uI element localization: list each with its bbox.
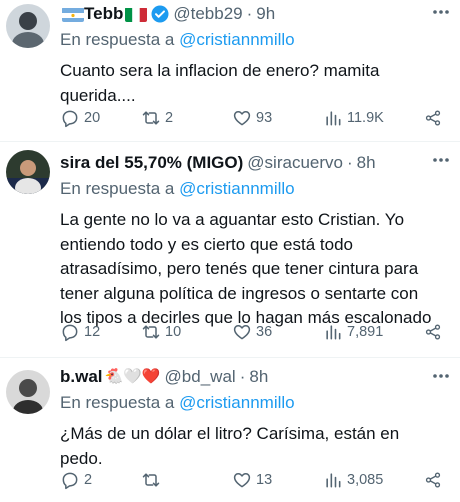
like-count: 93 — [256, 110, 273, 126]
share-button[interactable] — [424, 470, 446, 490]
avatar[interactable] — [6, 4, 50, 48]
tweet-text: ¿Más de un dólar el litro? Carísima, est… — [60, 424, 400, 468]
reply-prefix: En respuesta a — [60, 393, 175, 412]
analytics-icon — [326, 325, 341, 340]
reply-icon — [62, 472, 78, 490]
more-options-icon[interactable] — [432, 370, 450, 380]
reply-context: En respuesta a @cristiannmillo — [60, 29, 440, 51]
argentina-flag-icon — [62, 7, 84, 22]
heart-icon — [233, 325, 251, 340]
retweet-button[interactable]: 10 — [141, 322, 221, 342]
tweet[interactable]: b.wal 🐔🤍❤️ @bd_wal · 8h En respuesta a @… — [0, 358, 460, 502]
reply-context: En respuesta a @cristiannmillo — [60, 178, 440, 200]
reply-button[interactable]: 12 — [60, 322, 130, 342]
more-options-icon[interactable] — [432, 6, 450, 16]
share-icon — [425, 324, 441, 340]
retweet-count: 2 — [165, 110, 174, 126]
reply-context: En respuesta a @cristiannmillo — [60, 392, 440, 414]
reply-button[interactable]: 20 — [60, 108, 130, 128]
share-button[interactable] — [424, 108, 446, 128]
reply-count: 12 — [84, 324, 101, 340]
tweet-actions: 2 13 3,085 — [60, 470, 446, 490]
avatar[interactable] — [6, 150, 50, 194]
user-handle[interactable]: @siracuervo — [247, 152, 343, 174]
like-count: 13 — [256, 472, 273, 488]
timestamp[interactable]: 8h — [357, 152, 376, 174]
tweet[interactable]: sira del 55,70% (MIGO) @siracuervo · 8h … — [0, 142, 460, 358]
retweet-icon — [142, 111, 160, 125]
share-icon — [425, 110, 441, 126]
heart-icon — [233, 473, 251, 488]
separator-dot: · — [246, 4, 253, 23]
timestamp[interactable]: 8h — [249, 366, 268, 388]
view-count: 3,085 — [347, 472, 384, 488]
reply-mention-link[interactable]: @cristiannmillo — [179, 179, 295, 198]
reply-mention-link[interactable]: @cristiannmillo — [179, 393, 295, 412]
verified-badge-icon — [151, 5, 169, 23]
like-button[interactable]: 13 — [232, 470, 312, 490]
display-name[interactable]: b.wal — [60, 366, 103, 388]
tweet-actions: 20 2 93 11.9K — [60, 108, 446, 128]
like-button[interactable]: 93 — [232, 108, 312, 128]
view-count: 11.9K — [347, 110, 384, 126]
retweet-icon — [142, 473, 160, 487]
like-button[interactable]: 36 — [232, 322, 312, 342]
tweet-text: Cuanto sera la inflacion de enero? mamit… — [60, 61, 380, 105]
reply-icon — [62, 324, 78, 342]
retweet-button[interactable] — [141, 470, 221, 490]
reply-count: 20 — [84, 110, 101, 126]
reply-prefix: En respuesta a — [60, 30, 175, 49]
user-handle[interactable]: @bd_wal — [165, 366, 236, 388]
analytics-icon — [326, 473, 341, 488]
reply-button[interactable]: 2 — [60, 470, 130, 490]
retweet-button[interactable]: 2 — [141, 108, 221, 128]
reply-mention-link[interactable]: @cristiannmillo — [179, 30, 295, 49]
reply-prefix: En respuesta a — [60, 179, 175, 198]
retweet-icon — [142, 325, 160, 339]
share-icon — [425, 472, 441, 488]
share-button[interactable] — [424, 322, 446, 342]
avatar[interactable] — [6, 370, 50, 414]
more-options-icon[interactable] — [432, 154, 450, 164]
like-count: 36 — [256, 324, 273, 340]
views-button[interactable]: 3,085 — [323, 470, 413, 490]
separator-dot: · — [346, 153, 353, 172]
tweet-actions: 12 10 36 7,891 — [60, 322, 446, 342]
heart-icon — [233, 111, 251, 126]
analytics-icon — [326, 111, 341, 126]
user-handle[interactable]: @tebb29 — [173, 3, 242, 25]
retweet-count: 10 — [165, 324, 182, 340]
separator-dot: · — [239, 367, 246, 386]
reply-icon — [62, 110, 78, 128]
tweet[interactable]: Tebb @tebb29 · 9h En respuesta a @cristi… — [0, 0, 460, 142]
reply-count: 2 — [84, 472, 93, 488]
views-button[interactable]: 7,891 — [323, 322, 413, 342]
timestamp[interactable]: 9h — [256, 3, 275, 25]
display-name[interactable]: Tebb — [84, 3, 123, 25]
view-count: 7,891 — [347, 324, 384, 340]
name-emoji: 🐔🤍❤️ — [104, 368, 161, 385]
tweet-text: La gente no lo va a aguantar esto Cristi… — [60, 210, 432, 327]
italy-flag-icon — [125, 7, 148, 22]
display-name[interactable]: sira del 55,70% (MIGO) — [60, 152, 243, 174]
views-button[interactable]: 11.9K — [323, 108, 413, 128]
